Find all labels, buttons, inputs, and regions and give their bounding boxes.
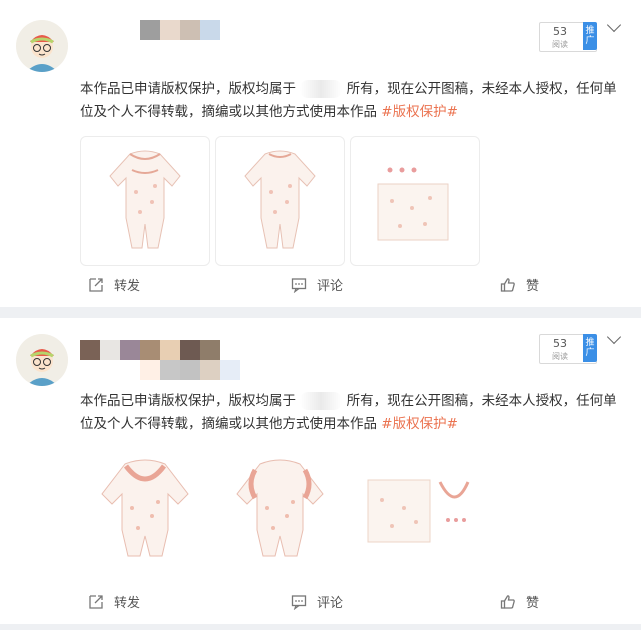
image-thumbnail[interactable]	[350, 442, 480, 572]
view-count-label: 阅读	[552, 40, 568, 49]
repost-label: 转发	[114, 279, 141, 294]
username-mosaic[interactable]	[140, 20, 220, 40]
view-count-label: 阅读	[552, 352, 568, 361]
redacted-name	[300, 80, 343, 98]
comment-label: 评论	[317, 279, 344, 294]
like-icon	[500, 594, 515, 609]
promote-button[interactable]: 推广	[583, 334, 597, 362]
like-label: 赞	[526, 279, 540, 294]
image-thumbnail[interactable]	[80, 442, 210, 572]
like-button[interactable]: 赞	[500, 275, 539, 294]
image-thumbnail[interactable]	[215, 136, 345, 266]
comment-label: 评论	[317, 596, 344, 611]
like-icon	[500, 277, 515, 292]
repost-button[interactable]: 转发	[88, 592, 140, 611]
post-card: 53 阅读 推广 本作品已申请版权保护，版权均属于 所有，现在公开图稿，未经本人…	[0, 0, 641, 307]
post-card: 53 阅读 推广 本作品已申请版权保护，版权均属于 所有，现在公开图稿，未经本人…	[0, 318, 641, 624]
promote-button[interactable]: 推广	[583, 22, 597, 50]
avatar[interactable]	[16, 20, 68, 72]
view-count-badge[interactable]: 53 阅读 推广	[539, 22, 597, 52]
comment-icon	[291, 277, 307, 293]
username-mosaic[interactable]	[80, 340, 220, 360]
image-gallery	[80, 136, 480, 266]
action-bar: 转发 评论 赞	[0, 275, 641, 295]
view-count: 53	[553, 25, 567, 38]
like-button[interactable]: 赞	[500, 592, 539, 611]
chevron-down-icon[interactable]	[606, 329, 622, 345]
repost-label: 转发	[114, 596, 141, 611]
comment-button[interactable]: 评论	[291, 592, 343, 611]
view-count-badge[interactable]: 53 阅读 推广	[539, 334, 597, 364]
post-text-part: 本作品已申请版权保护，版权均属于	[80, 393, 296, 409]
comment-button[interactable]: 评论	[291, 275, 343, 294]
username-mosaic	[140, 360, 240, 380]
comment-icon	[291, 594, 307, 610]
image-gallery	[80, 442, 480, 572]
avatar[interactable]	[16, 334, 68, 386]
topic-link[interactable]: #版权保护#	[381, 104, 458, 120]
image-thumbnail[interactable]	[350, 136, 480, 266]
repost-icon	[89, 277, 103, 292]
repost-button[interactable]: 转发	[88, 275, 140, 294]
image-thumbnail[interactable]	[80, 136, 210, 266]
repost-icon	[89, 594, 103, 609]
image-thumbnail[interactable]	[215, 442, 345, 572]
action-bar: 转发 评论 赞	[0, 592, 641, 612]
post-text-part: 本作品已申请版权保护，版权均属于	[80, 81, 296, 97]
chevron-down-icon[interactable]	[606, 17, 622, 33]
topic-link[interactable]: #版权保护#	[381, 416, 458, 432]
post-text: 本作品已申请版权保护，版权均属于 所有，现在公开图稿，未经本人授权，任何单位及个…	[80, 390, 620, 436]
view-count: 53	[553, 337, 567, 350]
post-text: 本作品已申请版权保护，版权均属于 所有，现在公开图稿，未经本人授权，任何单位及个…	[80, 78, 620, 124]
weibo-feed: 53 阅读 推广 本作品已申请版权保护，版权均属于 所有，现在公开图稿，未经本人…	[0, 0, 641, 630]
like-label: 赞	[526, 596, 540, 611]
redacted-name	[300, 392, 343, 410]
